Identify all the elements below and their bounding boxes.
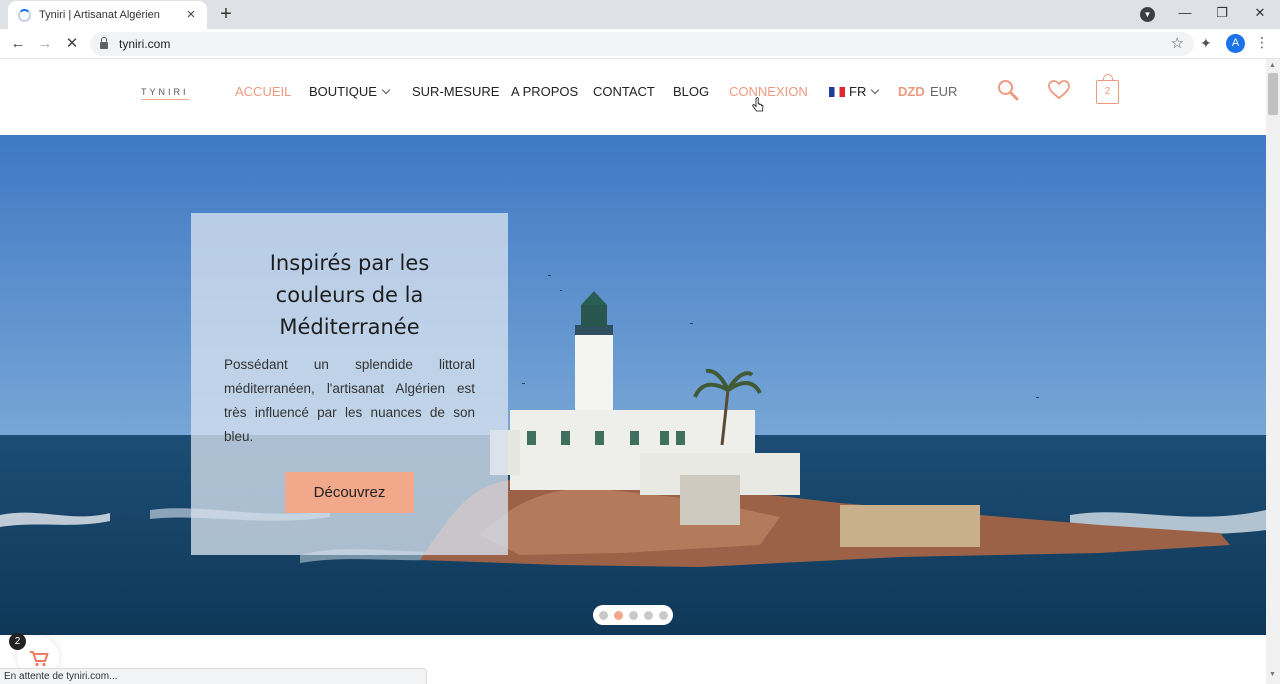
forward-arrow-icon[interactable]: → [34, 33, 56, 55]
hand-cursor-icon [752, 97, 764, 112]
slide-dot-3[interactable] [628, 610, 638, 620]
hero-caption-box: Inspirés par les couleurs de la Méditerr… [191, 213, 508, 555]
nav-shop-label: BOUTIQUE [309, 84, 377, 99]
slide-dot-5[interactable] [658, 610, 668, 620]
discover-button[interactable]: Découvrez [285, 472, 414, 513]
currency-dzd[interactable]: DZD [898, 84, 925, 99]
floating-cart-badge: 2 [9, 633, 26, 650]
cart-button[interactable]: 2 [1096, 74, 1119, 104]
restore-button[interactable]: ❐ [1202, 3, 1242, 25]
stop-loading-icon[interactable]: ✕ [61, 33, 83, 55]
nav-custom[interactable]: SUR-MESURE [412, 84, 499, 99]
slide-dot-2[interactable] [613, 610, 623, 620]
language-label: FR [849, 84, 867, 99]
new-tab-button[interactable]: + [215, 3, 237, 25]
nav-blog[interactable]: BLOG [673, 84, 709, 99]
nav-shop[interactable]: BOUTIQUE [309, 84, 391, 99]
tab-search-icon[interactable]: ▼ [1140, 7, 1155, 22]
tab-title: Tyniri | Artisanat Algérien [39, 9, 160, 21]
browser-tab[interactable]: Tyniri | Artisanat Algérien × [8, 1, 207, 29]
scroll-down-arrow-icon[interactable]: ▼ [1269, 671, 1276, 678]
site-logo[interactable]: TYNIRI [141, 87, 189, 100]
hero-title: Inspirés par les couleurs de la Méditerr… [269, 251, 430, 339]
close-tab-icon[interactable]: × [183, 7, 199, 23]
slide-dot-1[interactable] [598, 610, 608, 620]
bookmark-star-icon[interactable]: ☆ [1171, 34, 1184, 52]
heart-icon[interactable] [1047, 79, 1071, 101]
chevron-down-icon [381, 85, 391, 95]
language-selector[interactable]: FR [829, 84, 880, 99]
browser-menu-icon[interactable]: ⋮ [1255, 34, 1269, 51]
nav-about[interactable]: A PROPOS [511, 84, 578, 99]
lock-icon[interactable] [100, 37, 108, 49]
close-window-button[interactable]: ✕ [1240, 3, 1280, 25]
scroll-up-arrow-icon[interactable]: ▲ [1269, 62, 1276, 69]
scroll-thumb[interactable] [1268, 73, 1278, 115]
browser-toolbar: ← → ✕ tyniri.com ☆ ✦ A ⋮ [0, 29, 1280, 59]
back-arrow-icon[interactable]: ← [7, 33, 29, 55]
lighthouse-island-image [0, 135, 1266, 635]
page-scrollbar[interactable]: ▲ ▼ [1266, 59, 1280, 684]
chevron-down-icon [871, 85, 880, 95]
browser-tabstrip: Tyniri | Artisanat Algérien × + ▼ — ❐ ✕ [0, 0, 1280, 29]
address-bar[interactable]: tyniri.com ☆ [90, 32, 1194, 56]
extensions-puzzle-icon[interactable]: ✦ [1200, 35, 1212, 52]
currency-eur[interactable]: EUR [930, 84, 957, 99]
browser-status-bar: En attente de tyniri.com... [0, 668, 427, 684]
slider-pagination [593, 605, 673, 625]
minimize-button[interactable]: — [1165, 3, 1205, 25]
site-header: TYNIRI ACCUEIL BOUTIQUE SUR-MESURE A PRO… [0, 59, 1266, 135]
hero-slider: Inspirés par les couleurs de la Méditerr… [0, 135, 1266, 635]
nav-contact[interactable]: CONTACT [593, 84, 655, 99]
loading-spinner-icon [18, 8, 31, 22]
search-icon[interactable] [997, 79, 1019, 101]
france-flag-icon [829, 87, 845, 97]
nav-login[interactable]: CONNEXION [729, 84, 808, 99]
url-text[interactable]: tyniri.com [119, 37, 170, 51]
profile-avatar[interactable]: A [1226, 34, 1245, 53]
nav-home[interactable]: ACCUEIL [235, 84, 291, 99]
cart-count: 2 [1104, 86, 1111, 97]
slide-dot-4[interactable] [643, 610, 653, 620]
hero-description: Possédant un splendide littoral méditerr… [224, 357, 475, 444]
